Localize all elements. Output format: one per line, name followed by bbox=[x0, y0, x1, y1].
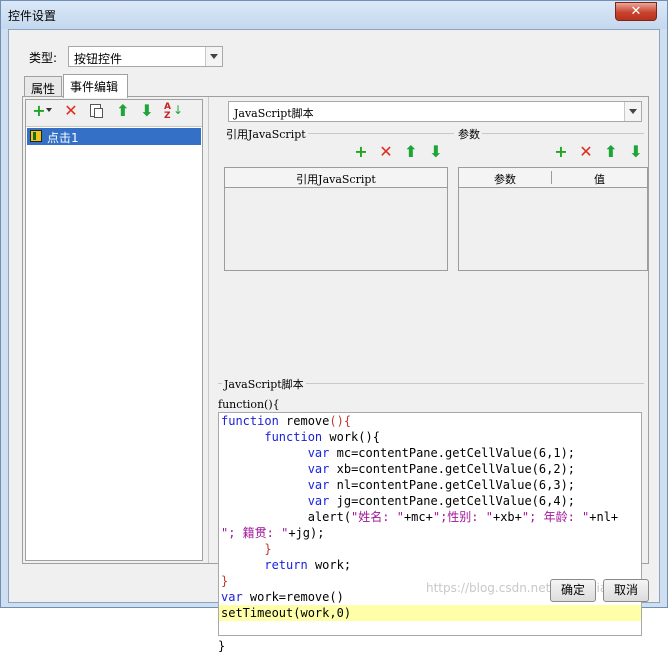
code-line: "; 籍贯: "+jg); bbox=[221, 526, 325, 540]
event-list[interactable]: 点击1 bbox=[26, 126, 202, 560]
pane-splitter[interactable] bbox=[208, 97, 212, 563]
sort-icon[interactable]: AZ bbox=[164, 103, 171, 121]
tab-properties[interactable]: 属性 bbox=[24, 76, 62, 98]
copy-icon-sheet bbox=[94, 108, 103, 118]
event-toolbar: + ✕ ⬆ ⬇ AZ ↓ bbox=[26, 100, 202, 124]
code-keyword: var bbox=[221, 590, 243, 604]
code-line: var nl=contentPane.getCellValue(6,3); bbox=[307, 478, 576, 492]
code-string: ";性别: " bbox=[432, 510, 493, 524]
title-bar[interactable]: 控件设置 ✕ bbox=[1, 1, 667, 29]
ref-js-table[interactable]: 引用JavaScript bbox=[224, 167, 448, 271]
copy-icon[interactable] bbox=[90, 104, 103, 118]
ref-js-section-label: 引用JavaScript bbox=[224, 126, 308, 142]
dialog-client-area: 类型: 按钮控件 属性 事件编辑 + ✕ ⬆ ⬇ AZ ↓ 点击1 JavaSc… bbox=[8, 29, 660, 653]
event-icon bbox=[30, 130, 42, 142]
code-line: } bbox=[221, 542, 272, 556]
delete-icon[interactable]: ✕ bbox=[62, 102, 80, 120]
code-string: "; 年龄: " bbox=[521, 510, 590, 524]
list-item-label: 点击1 bbox=[47, 131, 79, 145]
type-select-value: 按钮控件 bbox=[74, 52, 123, 66]
code-keyword: var bbox=[307, 462, 330, 476]
move-down-param-icon[interactable]: ⬇ bbox=[627, 143, 645, 161]
code-string: "; 籍贯: " bbox=[221, 526, 289, 540]
function-footer: } bbox=[218, 639, 226, 653]
code-line: var mc=contentPane.getCellValue(6,1); bbox=[307, 446, 576, 460]
sort-arrow-icon: ↓ bbox=[173, 103, 184, 117]
type-select[interactable]: 按钮控件 bbox=[68, 46, 223, 67]
script-type-value: JavaScript脚本 bbox=[234, 107, 314, 120]
column-header: 参数 bbox=[494, 173, 516, 186]
code-keyword: function bbox=[221, 414, 279, 428]
code-keyword: var bbox=[307, 478, 330, 492]
cancel-button[interactable]: 取消 bbox=[603, 579, 649, 602]
chevron-down-icon[interactable] bbox=[205, 47, 222, 66]
tab-event-edit[interactable]: 事件编辑 bbox=[63, 74, 128, 98]
code-line-highlighted: setTimeout(work,0) bbox=[219, 605, 641, 621]
event-list-pane: + ✕ ⬆ ⬇ AZ ↓ 点击1 bbox=[25, 99, 203, 561]
code-keyword: function bbox=[264, 430, 323, 444]
type-label: 类型: bbox=[29, 51, 58, 65]
dialog-window: 控件设置 ✕ 类型: 按钮控件 属性 事件编辑 + ✕ ⬆ ⬇ AZ ↓ 点击1… bbox=[0, 0, 668, 653]
list-item[interactable]: 点击1 bbox=[27, 128, 201, 145]
window-title: 控件设置 bbox=[8, 9, 57, 23]
code-paren: (){ bbox=[329, 414, 352, 428]
chevron-down-icon[interactable] bbox=[46, 108, 52, 112]
script-section-label: JavaScript脚本 bbox=[222, 376, 306, 392]
column-header: 值 bbox=[594, 173, 605, 186]
move-down-icon[interactable]: ⬇ bbox=[138, 102, 156, 120]
code-keyword: var bbox=[307, 446, 330, 460]
close-button[interactable]: ✕ bbox=[615, 2, 657, 21]
move-down-ref-icon[interactable]: ⬇ bbox=[427, 143, 445, 161]
code-line: return work; bbox=[264, 558, 352, 572]
param-table-header: 参数 值 bbox=[459, 168, 647, 188]
section-divider bbox=[456, 133, 644, 134]
code-string: "姓名: " bbox=[351, 510, 404, 524]
code-editor[interactable]: function remove(){ function work(){ var … bbox=[218, 412, 642, 636]
ref-js-table-header: 引用JavaScript bbox=[225, 168, 447, 188]
code-keyword: return bbox=[264, 558, 308, 572]
code-line: var jg=contentPane.getCellValue(6,4); bbox=[307, 494, 576, 508]
move-up-icon[interactable]: ⬆ bbox=[114, 102, 132, 120]
ok-button[interactable]: 确定 bbox=[550, 579, 596, 602]
move-up-ref-icon[interactable]: ⬆ bbox=[402, 143, 420, 161]
code-line: var work=remove() bbox=[221, 590, 344, 604]
script-type-select[interactable]: JavaScript脚本 bbox=[228, 101, 642, 122]
chevron-down-icon[interactable] bbox=[624, 102, 641, 121]
delete-ref-icon[interactable]: ✕ bbox=[377, 143, 395, 161]
code-line: function remove(){ bbox=[221, 414, 352, 428]
move-up-param-icon[interactable]: ⬆ bbox=[602, 143, 620, 161]
param-table[interactable]: 参数 值 bbox=[458, 167, 648, 271]
code-line: var xb=contentPane.getCellValue(6,2); bbox=[307, 462, 576, 476]
add-param-icon[interactable]: + bbox=[552, 143, 570, 161]
event-edit-panel: + ✕ ⬆ ⬇ AZ ↓ 点击1 JavaScript脚本 引用JavaScri… bbox=[22, 96, 649, 653]
code-line: function work(){ bbox=[264, 430, 380, 444]
params-section-label: 参数 bbox=[456, 126, 482, 142]
delete-param-icon[interactable]: ✕ bbox=[577, 143, 595, 161]
code-keyword: var bbox=[307, 494, 330, 508]
code-line: } bbox=[221, 574, 229, 588]
function-header: function(){ bbox=[218, 398, 280, 411]
code-line: alert("姓名: "+mc+";性别: "+xb+"; 年龄: "+nl+ bbox=[221, 510, 619, 524]
add-ref-icon[interactable]: + bbox=[352, 143, 370, 161]
script-pane: JavaScript脚本 引用JavaScript 参数 + ✕ ⬆ ⬇ + ✕… bbox=[216, 99, 648, 653]
column-header: 引用JavaScript bbox=[296, 173, 376, 186]
